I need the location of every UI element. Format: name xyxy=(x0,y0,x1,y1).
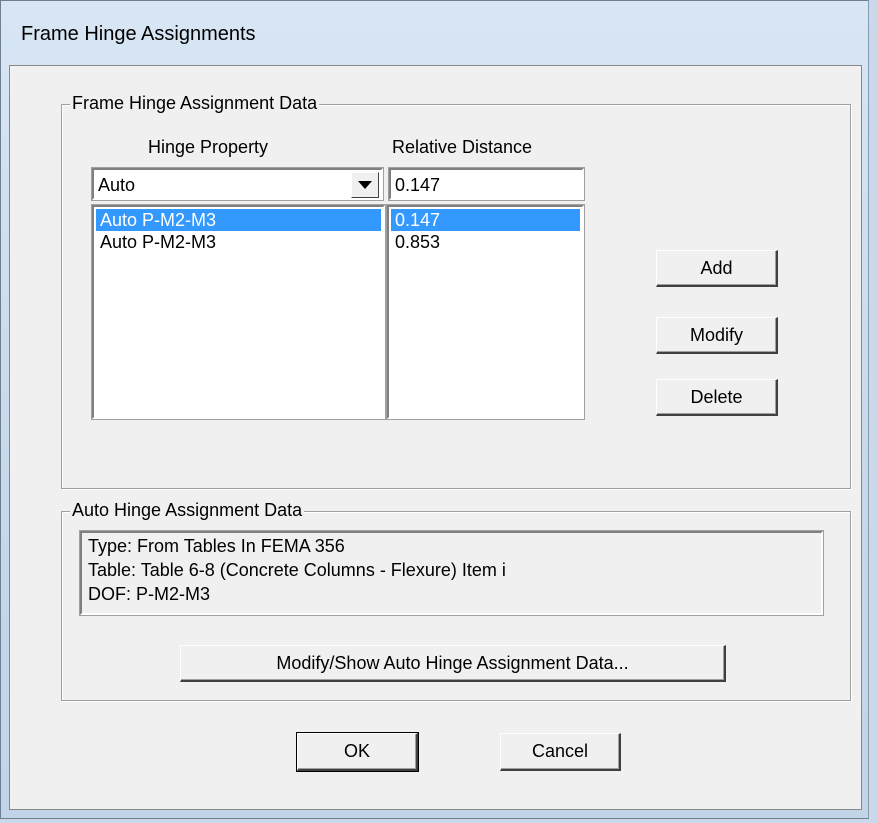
relative-distance-input[interactable]: 0.147 xyxy=(388,167,585,201)
hinge-property-combobox[interactable]: Auto xyxy=(91,167,384,201)
hinge-property-list[interactable]: Auto P-M2-M3 Auto P-M2-M3 xyxy=(91,204,386,420)
delete-button[interactable]: Delete xyxy=(656,379,778,416)
cancel-button[interactable]: Cancel xyxy=(500,733,621,771)
relative-distance-label: Relative Distance xyxy=(392,137,533,157)
auto-hinge-type-line: Type: From Tables In FEMA 356 xyxy=(88,536,345,556)
list-item[interactable]: Auto P-M2-M3 xyxy=(96,231,381,253)
list-item[interactable]: 0.147 xyxy=(391,209,580,231)
hinge-assignment-group: Frame Hinge Assignment Data Hinge Proper… xyxy=(61,93,851,489)
auto-hinge-group-legend: Auto Hinge Assignment Data xyxy=(70,500,305,521)
modify-button[interactable]: Modify xyxy=(656,317,778,354)
list-item[interactable]: 0.853 xyxy=(391,231,580,253)
chevron-down-icon xyxy=(358,181,372,189)
relative-distance-list[interactable]: 0.147 0.853 xyxy=(386,204,585,420)
auto-hinge-table-line: Table: Table 6-8 (Concrete Columns - Fle… xyxy=(88,560,506,580)
hinge-assignment-group-legend: Frame Hinge Assignment Data xyxy=(70,93,320,114)
auto-hinge-group: Auto Hinge Assignment Data Type: From Ta… xyxy=(61,500,851,701)
add-button[interactable]: Add xyxy=(656,250,778,287)
auto-hinge-info-box: Type: From Tables In FEMA 356 Table: Tab… xyxy=(79,530,824,616)
ok-button[interactable]: OK xyxy=(296,732,419,772)
dialog-client-area: Frame Hinge Assignment Data Hinge Proper… xyxy=(9,65,862,810)
hinge-property-value: Auto xyxy=(98,175,136,195)
window-title: Frame Hinge Assignments xyxy=(21,23,256,45)
modify-show-auto-hinge-button[interactable]: Modify/Show Auto Hinge Assignment Data..… xyxy=(180,645,726,682)
hinge-property-label: Hinge Property xyxy=(148,137,269,157)
dialog-window: Frame Hinge Assignments Frame Hinge Assi… xyxy=(0,0,869,819)
auto-hinge-dof-line: DOF: P-M2-M3 xyxy=(88,584,211,604)
list-item[interactable]: Auto P-M2-M3 xyxy=(96,209,381,231)
relative-distance-value: 0.147 xyxy=(395,175,441,195)
dropdown-button[interactable] xyxy=(351,172,379,198)
